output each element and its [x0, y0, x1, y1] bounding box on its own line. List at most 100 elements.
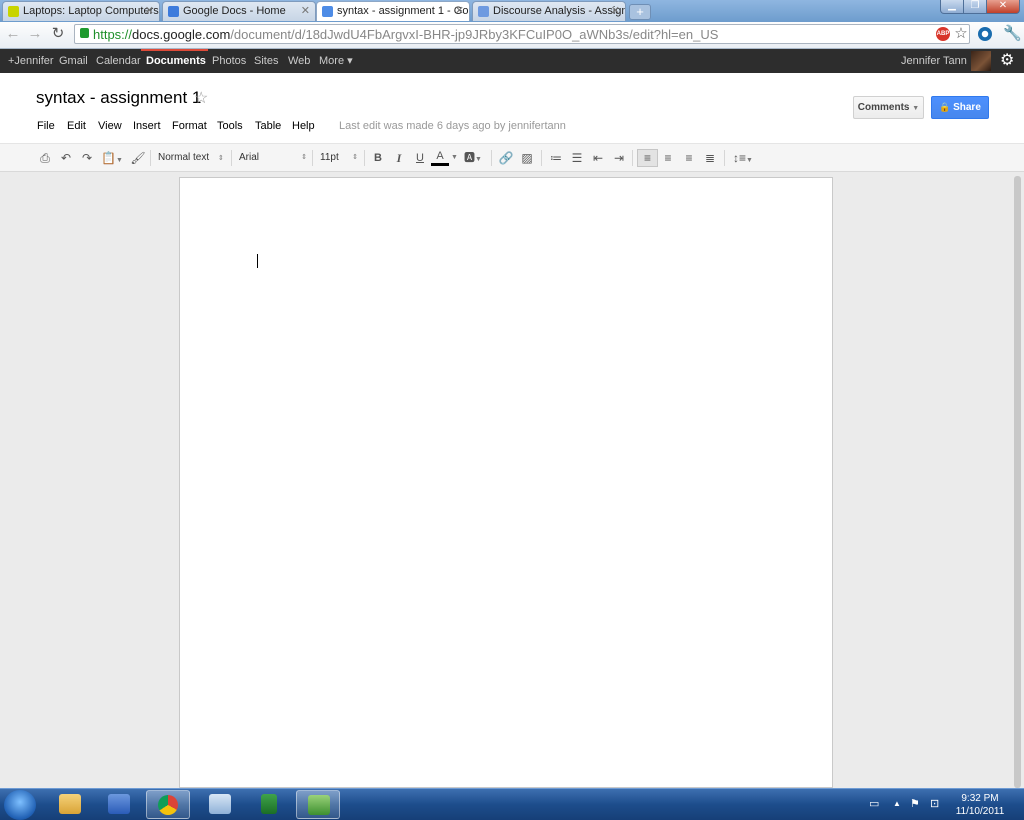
network-icon[interactable]: ⊡	[930, 797, 939, 810]
forward-arrow-icon[interactable]: →	[27, 26, 43, 42]
chevron-updown-icon: ⇕	[217, 155, 224, 162]
text-color-button[interactable]: A	[431, 150, 449, 166]
taskbar: ▭ ▲ ⚑ ⊡ 9:32 PM 11/10/2011	[0, 788, 1024, 820]
magnifier-icon	[209, 794, 231, 814]
system-clock[interactable]: 9:32 PM 11/10/2011	[952, 792, 1008, 818]
menu-format[interactable]: Format	[172, 120, 207, 132]
share-button[interactable]: 🔒 Share	[931, 96, 989, 119]
undo-icon[interactable]: ↶	[58, 150, 74, 166]
decrease-indent-icon[interactable]: ⇤	[590, 150, 606, 166]
maximize-button[interactable]: ❐	[963, 0, 987, 14]
menu-insert[interactable]: Insert	[133, 120, 161, 132]
tab-discourse-analysis[interactable]: Discourse Analysis - Assignm ✕	[472, 1, 626, 21]
taskbar-calculator[interactable]	[247, 790, 291, 819]
toolbar-divider	[231, 150, 232, 166]
menu-edit[interactable]: Edit	[67, 120, 86, 132]
paint-format-icon[interactable]: 🖌	[130, 150, 146, 166]
print-icon[interactable]: ⎙	[37, 150, 53, 166]
paste-icon[interactable]: 📋▼	[99, 150, 125, 166]
url-text[interactable]: https://docs.google.com/document/d/18dJw…	[93, 27, 718, 42]
tab-laptops[interactable]: Laptops: Laptop Computers ✕	[2, 1, 160, 21]
gbar-item-photos[interactable]: Photos	[212, 49, 246, 73]
gbar-item-calendar[interactable]: Calendar	[96, 49, 141, 73]
chevron-updown-icon: ⇕	[301, 154, 307, 161]
bookmark-star-icon[interactable]: ☆	[953, 26, 969, 42]
close-window-button[interactable]: ✕	[986, 0, 1020, 14]
star-icon[interactable]: ☆	[194, 88, 208, 108]
calculator-icon	[261, 794, 277, 814]
menu-help[interactable]: Help	[292, 120, 315, 132]
image-icon[interactable]: ▨	[519, 150, 535, 166]
close-icon[interactable]: ✕	[145, 2, 154, 21]
keyboard-icon[interactable]: ▭	[869, 797, 879, 810]
gbar-item-gmail[interactable]: Gmail	[59, 49, 88, 73]
tab-docs-home[interactable]: Google Docs - Home ✕	[162, 1, 316, 21]
highlight-color-button[interactable]: 🅰▼	[462, 150, 484, 166]
line-spacing-icon[interactable]: ↕≡▼	[730, 150, 756, 166]
new-tab-button[interactable]: +	[629, 4, 651, 20]
extension-icon[interactable]	[977, 26, 993, 42]
taskbar-chrome[interactable]	[146, 790, 190, 819]
address-bar[interactable]: https://docs.google.com/document/d/18dJw…	[74, 24, 970, 44]
increase-indent-icon[interactable]: ⇥	[611, 150, 627, 166]
bold-button[interactable]: B	[371, 150, 385, 166]
close-icon[interactable]: ✕	[455, 2, 464, 21]
url-domain: docs.google.com	[132, 27, 231, 42]
link-icon[interactable]: 🔗	[498, 150, 514, 166]
avatar[interactable]	[971, 51, 991, 71]
share-label: Share	[953, 102, 981, 113]
docs-icon	[168, 6, 179, 17]
adblock-icon[interactable]: ABP	[936, 27, 950, 41]
taskbar-messenger[interactable]	[296, 790, 340, 819]
flag-icon[interactable]: ⚑	[910, 797, 920, 810]
taskbar-word[interactable]	[97, 790, 141, 819]
user-name[interactable]: Jennifer Tann	[901, 49, 967, 73]
close-icon[interactable]: ✕	[301, 2, 310, 21]
gbar-item-web[interactable]: Web	[288, 49, 310, 73]
align-left-icon[interactable]: ≡	[637, 149, 658, 167]
comments-button[interactable]: Comments ▼	[853, 96, 924, 119]
chevron-down-icon[interactable]: ▼	[451, 150, 458, 166]
tab-label: Laptops: Laptop Computers	[23, 5, 159, 17]
gear-icon[interactable]: ⚙	[1000, 49, 1014, 73]
toolbar-divider	[491, 150, 492, 166]
url-scheme: https://	[93, 27, 133, 42]
last-edit-status[interactable]: Last edit was made 6 days ago by jennife…	[339, 120, 566, 132]
minimize-button[interactable]: ▁	[940, 0, 964, 14]
tab-label: syntax - assignment 1 - Goo	[337, 5, 470, 17]
menu-tools[interactable]: Tools	[217, 120, 243, 132]
redo-icon[interactable]: ↷	[79, 150, 95, 166]
menu-view[interactable]: View	[98, 120, 122, 132]
underline-button[interactable]: U	[413, 150, 427, 166]
gbar-item-sites[interactable]: Sites	[254, 49, 278, 73]
justify-icon[interactable]: ≣	[702, 150, 718, 166]
bulleted-list-icon[interactable]: ☰	[569, 150, 585, 166]
document-page[interactable]	[179, 177, 833, 788]
windows-start-button[interactable]	[4, 790, 36, 820]
close-icon[interactable]: ✕	[611, 2, 620, 21]
wrench-icon[interactable]: 🔧	[1003, 26, 1022, 42]
toolbar-divider	[632, 150, 633, 166]
align-right-icon[interactable]: ≡	[681, 150, 697, 166]
gbar-item-documents[interactable]: Documents	[146, 49, 206, 73]
back-arrow-icon[interactable]: ←	[5, 26, 21, 42]
show-hidden-icons-icon[interactable]: ▲	[893, 799, 901, 808]
menu-table[interactable]: Table	[255, 120, 281, 132]
align-center-icon[interactable]: ≡	[660, 150, 676, 166]
style-select[interactable]: Normal text ⇕	[158, 150, 224, 166]
taskbar-explorer[interactable]	[48, 790, 92, 819]
toolbar-divider	[312, 150, 313, 166]
font-size-select[interactable]: 11pt ⇕	[320, 150, 358, 166]
gbar-item-plus-jennifer[interactable]: +Jennifer	[8, 49, 54, 73]
taskbar-search[interactable]	[198, 790, 242, 819]
folder-icon	[8, 6, 19, 17]
scrollbar[interactable]	[1014, 176, 1021, 788]
reload-icon[interactable]: ↻	[50, 26, 66, 42]
italic-button[interactable]: I	[392, 150, 406, 166]
document-title[interactable]: syntax - assignment 1	[36, 88, 201, 108]
menu-file[interactable]: File	[37, 120, 55, 132]
numbered-list-icon[interactable]: ≔	[548, 150, 564, 166]
gbar-item-more[interactable]: More ▾	[319, 49, 353, 73]
font-select[interactable]: Arial ⇕	[239, 150, 307, 166]
tab-syntax-assignment[interactable]: syntax - assignment 1 - Goo ✕	[316, 1, 470, 21]
